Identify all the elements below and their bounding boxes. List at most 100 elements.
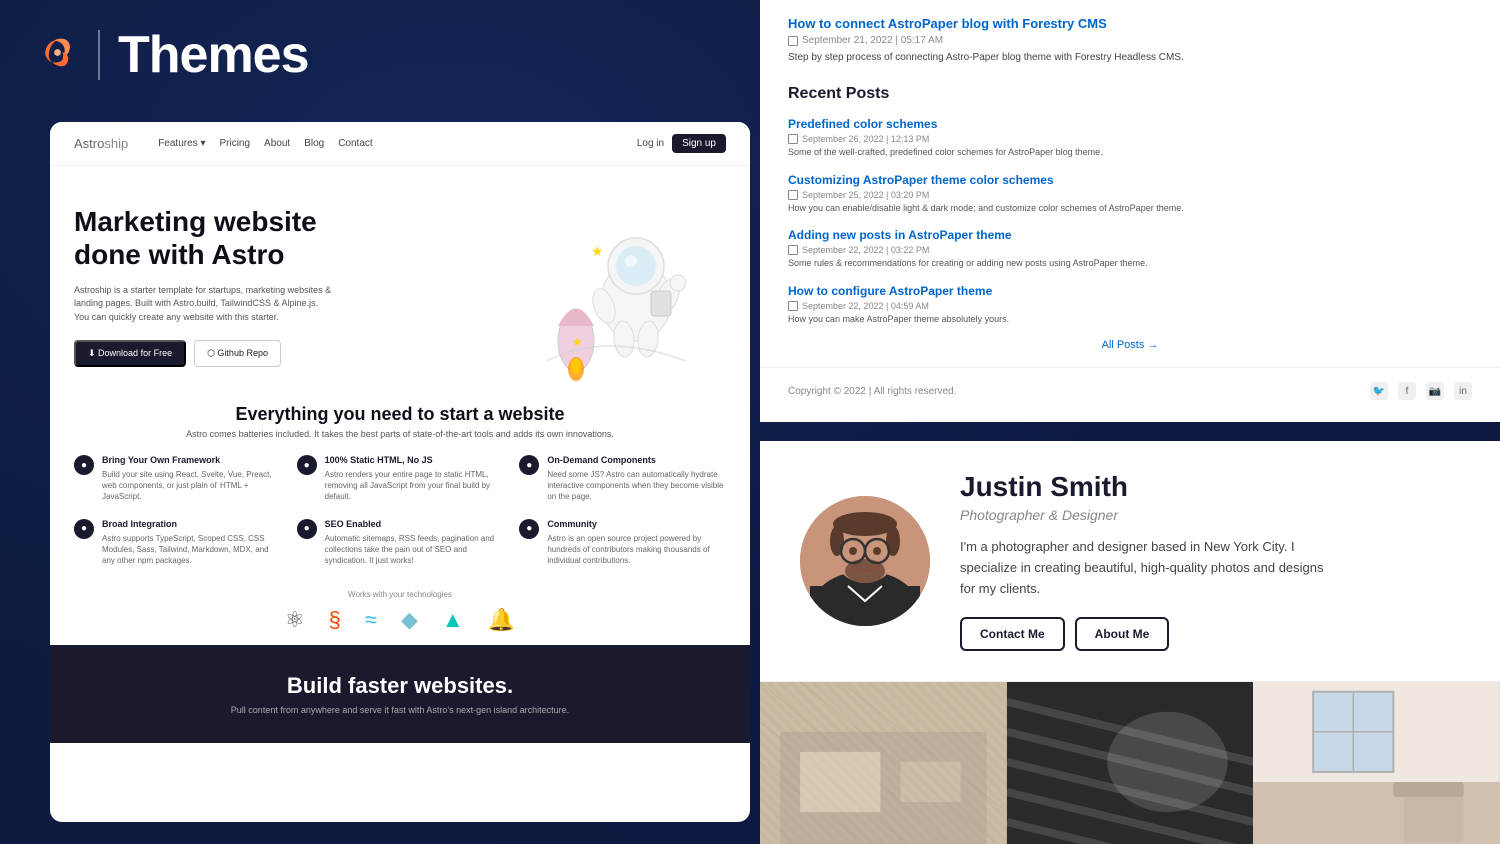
header-divider [98,30,100,80]
feature-6-title: Community [547,519,726,529]
astroship-hero: Marketing website done with Astro Astros… [50,166,750,396]
features-title: Everything you need to start a website [50,396,750,429]
profile-bio: I'm a photographer and designer based in… [960,537,1340,599]
nav-about[interactable]: About [264,138,290,149]
facebook-icon[interactable]: f [1398,382,1416,400]
banner-subtitle: Pull content from anywhere and serve it … [74,705,726,715]
feature-6-desc: Astro is an open source project powered … [547,533,726,567]
tailwind-icon: ≈ [365,607,377,633]
about-me-button[interactable]: About Me [1075,617,1170,651]
calendar-icon-2 [788,190,798,200]
login-link[interactable]: Log in [637,138,664,149]
feature-5-desc: Automatic sitemaps, RSS feeds, paginatio… [325,533,504,567]
features-subtitle: Astro comes batteries included. It takes… [50,429,750,439]
nav-contact[interactable]: Contact [338,138,372,149]
features-grid: ● Bring Your Own Framework Build your si… [50,455,750,582]
contact-me-button[interactable]: Contact Me [960,617,1065,651]
recent-post-2-link[interactable]: Customizing AstroPaper theme color schem… [788,173,1472,187]
profile-panel: Justin Smith Photographer & Designer I'm… [760,441,1500,844]
calendar-icon-4 [788,301,798,311]
feature-1: ● Bring Your Own Framework Build your si… [74,455,281,503]
hero-illustration: ★ ★ [506,196,726,376]
page-title: Themes [118,25,309,85]
twitter-icon[interactable]: 🐦 [1370,382,1388,400]
astro-logo-icon [30,30,80,80]
recent-post-2-meta: September 25, 2022 | 03:20 PM [788,190,1472,200]
recent-post-1-desc: Some of the well-crafted, predefined col… [788,146,1472,159]
recent-post-4-link[interactable]: How to configure AstroPaper theme [788,284,1472,298]
react-icon: ⚛ [285,607,305,633]
recent-post-1-link[interactable]: Predefined color schemes [788,117,1472,131]
build-faster-banner: Build faster websites. Pull content from… [50,645,750,743]
photo-cell-1 [760,682,1007,844]
profile-buttons: Contact Me About Me [960,617,1460,651]
tech-label: Works with your technologies [74,590,726,599]
signup-button[interactable]: Sign up [672,134,726,153]
profile-info: Justin Smith Photographer & Designer I'm… [960,471,1460,651]
download-button[interactable]: ⬇ Download for Free [74,340,186,367]
photo-grid [760,682,1500,844]
hero-text: Marketing website done with Astro Astros… [74,205,486,368]
feature-4-desc: Astro supports TypeScript, Scoped CSS, C… [102,533,281,567]
nav-blog[interactable]: Blog [304,138,324,149]
instagram-icon[interactable]: 📷 [1426,382,1444,400]
footer-copyright: Copyright © 2022 | All rights reserved. [788,386,956,397]
blog-footer: Copyright © 2022 | All rights reserved. … [760,367,1500,414]
profile-role: Photographer & Designer [960,507,1460,523]
feature-1-desc: Build your site using React, Svelte, Vue… [102,469,281,503]
profile-avatar [800,496,930,626]
recent-post-4-desc: How you can make AstroPaper theme absolu… [788,313,1472,326]
astroship-preview-card: Astroship Features ▾ Pricing About Blog … [50,122,750,822]
recent-post-3-desc: Some rules & recommendations for creatin… [788,257,1472,270]
feature-2: ● 100% Static HTML, No JS Astro renders … [297,455,504,503]
nav-pricing[interactable]: Pricing [219,138,250,149]
featured-post-link[interactable]: How to connect AstroPaper blog with Fore… [788,16,1472,31]
alpine-icon: ◆ [401,607,418,633]
recent-post-3-meta: September 22, 2022 | 03:22 PM [788,245,1472,255]
feature-2-desc: Astro renders your entire page to static… [325,469,504,503]
feature-4-icon: ● [74,519,94,539]
blog-content: How to connect AstroPaper blog with Fore… [760,0,1500,367]
recent-post-1-meta: September 26, 2022 | 12:13 PM [788,134,1472,144]
hero-heading: Marketing website done with Astro [74,205,486,272]
recent-post-2-desc: How you can enable/disable light & dark … [788,202,1472,215]
svg-text:★: ★ [591,243,604,259]
recent-post-3: Adding new posts in AstroPaper theme Sep… [788,228,1472,270]
nav-features[interactable]: Features ▾ [158,138,205,149]
recent-post-3-link[interactable]: Adding new posts in AstroPaper theme [788,228,1472,242]
recent-posts-heading: Recent Posts [788,85,1472,103]
feature-3-icon: ● [519,455,539,475]
hero-description: Astroship is a starter template for star… [74,284,334,325]
all-posts-link[interactable]: All Posts → [788,339,1472,351]
person-photo [800,496,930,626]
calendar-icon-1 [788,134,798,144]
recent-post-2: Customizing AstroPaper theme color schem… [788,173,1472,215]
feature-4-title: Broad Integration [102,519,281,529]
github-button[interactable]: ⬡ Github Repo [194,340,281,367]
astroship-nav-actions: Log in Sign up [637,134,726,153]
photo-cell-3 [1253,682,1500,844]
tech-section: Works with your technologies ⚛ § ≈ ◆ ▲ 🔔 [50,582,750,645]
tech-icons: ⚛ § ≈ ◆ ▲ 🔔 [74,607,726,633]
feature-2-icon: ● [297,455,317,475]
feature-2-title: 100% Static HTML, No JS [325,455,504,465]
profile-name: Justin Smith [960,471,1460,503]
feature-5-title: SEO Enabled [325,519,504,529]
calendar-icon [788,36,798,46]
footer-social-icons: 🐦 f 📷 in [1370,382,1472,400]
feature-5-icon: ● [297,519,317,539]
feature-1-title: Bring Your Own Framework [102,455,281,465]
profile-section: Justin Smith Photographer & Designer I'm… [760,441,1500,682]
featured-post-meta: September 21, 2022 | 05:17 AM [788,35,1472,46]
feature-6: ● Community Astro is an open source proj… [519,519,726,567]
photo-cell-2 [1007,682,1254,844]
astroship-brand: Astroship [74,136,128,151]
recent-post-4: How to configure AstroPaper theme Septem… [788,284,1472,326]
linkedin-icon[interactable]: in [1454,382,1472,400]
feature-3-title: On-Demand Components [547,455,726,465]
feature-3: ● On-Demand Components Need some JS? Ast… [519,455,726,503]
astroship-nav: Astroship Features ▾ Pricing About Blog … [50,122,750,166]
netlify-icon: ▲ [442,607,464,633]
feature-6-icon: ● [519,519,539,539]
feature-1-icon: ● [74,455,94,475]
